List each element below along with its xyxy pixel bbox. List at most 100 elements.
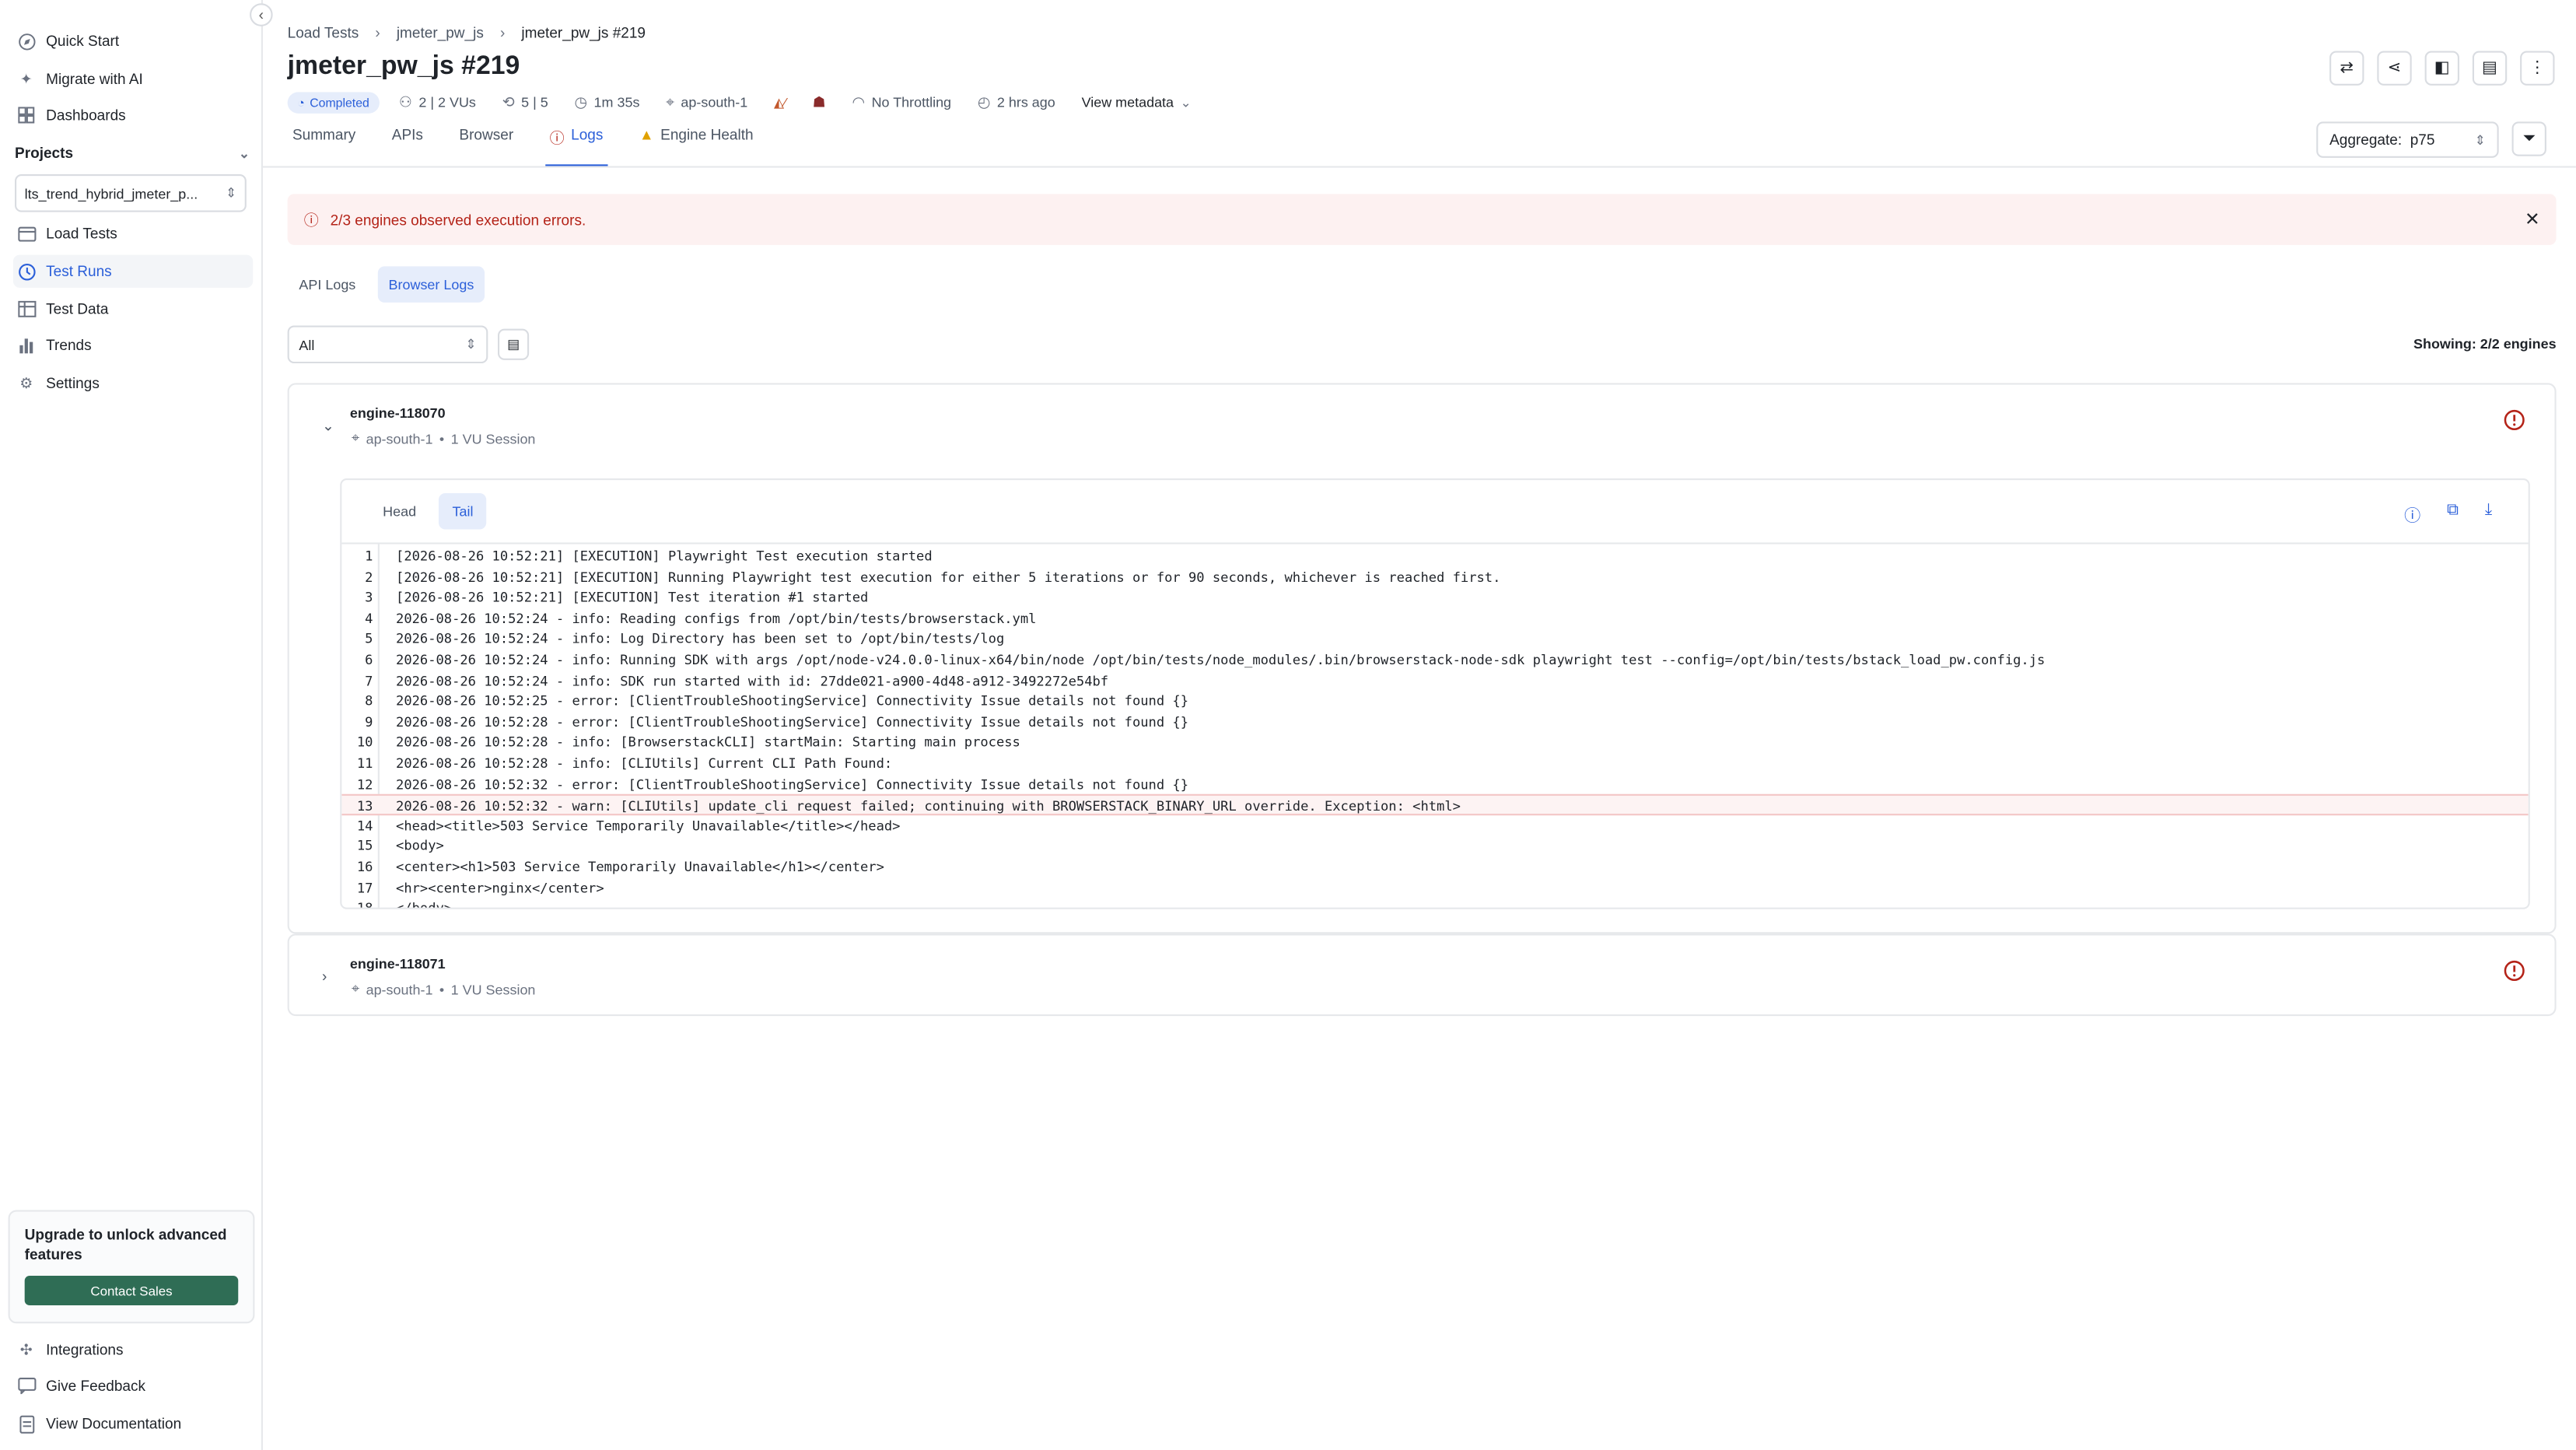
log-actions: ⓘ ⧉ ⤓	[2404, 502, 2492, 527]
sidebar-item-migrate-ai[interactable]: ✦ Migrate with AI	[13, 62, 253, 95]
sidebar-item-label: Test Data	[46, 300, 109, 317]
share-button[interactable]: ⋖	[2377, 51, 2412, 86]
clock-icon: ◴	[977, 93, 991, 110]
log-line: 3 [2026-08-26 10:52:21] [EXECUTION] Test …	[341, 587, 2528, 608]
sidebar-item-view-documentation[interactable]: View Documentation	[13, 1407, 253, 1440]
upgrade-text: Upgrade to unlock advanced features	[24, 1226, 227, 1263]
log-line: 10 2026-08-26 10:52:28 - info: [Browserst…	[341, 732, 2528, 753]
comments-button[interactable]: ▤	[2472, 51, 2508, 86]
tab-apis[interactable]: APIs	[387, 127, 428, 166]
tab-api-logs[interactable]: API Logs	[288, 266, 367, 302]
tab-browser-logs[interactable]: Browser Logs	[376, 266, 486, 303]
meta-throttling: ◠ No Throttling	[852, 93, 952, 110]
error-circle-icon: ⓘ	[303, 212, 319, 229]
line-number: 11	[356, 755, 373, 772]
log-line: 9 2026-08-26 10:52:28 - error: [ClientTro…	[341, 712, 2528, 733]
meta-vus-value: 2 | 2 VUs	[418, 93, 476, 110]
tab-label: Summary	[292, 126, 356, 143]
line-number: 10	[356, 734, 373, 751]
project-select[interactable]: lts_trend_hybrid_jmeter_p... ⇕	[15, 174, 247, 212]
filter-icon: ⏷	[2522, 129, 2536, 149]
compare-button[interactable]: ⇄	[2329, 51, 2364, 86]
tab-head[interactable]: Head	[369, 493, 429, 529]
meta-time-value: 2 hrs ago	[996, 93, 1055, 110]
sidebar-item-label: Give Feedback	[46, 1378, 145, 1395]
log-line: 8 2026-08-26 10:52:25 - error: [ClientTro…	[341, 691, 2528, 712]
breadcrumb-current: jmeter_pw_js #219	[521, 24, 646, 41]
engine-header[interactable]: ⌄ engine-118070 ⌖ ap-south-1 • 1 VU Sess…	[289, 385, 2555, 468]
engine-header[interactable]: › engine-118071 ⌖ ap-south-1 • 1 VU Sess…	[289, 936, 2555, 1018]
comment-icon: ▤	[2482, 59, 2498, 78]
dot-separator: •	[439, 429, 445, 447]
log-level-select[interactable]: All ⇕	[287, 325, 488, 364]
view-metadata-button[interactable]: View metadata ⌄	[1082, 93, 1192, 110]
chevron-down-icon[interactable]: ⌄	[322, 418, 334, 436]
close-icon[interactable]: ✕	[2525, 208, 2539, 230]
log-line: 17 <hr><center>nginx</center>	[341, 877, 2528, 898]
browser-engine-icons: ◭⁄	[774, 95, 786, 110]
sidebar-item-load-tests[interactable]: Load Tests	[13, 217, 253, 250]
contact-sales-button[interactable]: Contact Sales	[24, 1275, 239, 1306]
sidebar: ‹ Quick Start ✦ Migrate with AI Dashboar…	[0, 0, 273, 1450]
external-link-icon[interactable]: ⧉	[2447, 502, 2459, 527]
sidebar-item-label: Integrations	[46, 1341, 124, 1358]
page-title: jmeter_pw_js #219	[287, 52, 520, 81]
timer-icon: ◷	[574, 93, 588, 110]
repeat-icon: ⟲	[502, 93, 515, 110]
engines-count: Showing: 2/2 engines	[2413, 335, 2557, 352]
sidebar-item-test-data[interactable]: Test Data	[13, 292, 253, 325]
meta-vus: ⚇ 2 | 2 VUs	[399, 93, 476, 110]
meta-time-ago: ◴ 2 hrs ago	[978, 93, 1055, 110]
tab-engine-health[interactable]: ▲ Engine Health	[635, 127, 758, 166]
jmeter-icon-wrap: ☗	[813, 93, 826, 110]
sidebar-item-dashboards[interactable]: Dashboards	[13, 99, 253, 131]
log-line: 4 2026-08-26 10:52:24 - info: Reading con…	[341, 608, 2528, 629]
error-circle-icon	[2504, 409, 2525, 431]
compass-icon	[16, 31, 36, 51]
sidebar-item-test-runs[interactable]: Test Runs	[12, 254, 254, 288]
log-line: 6 2026-08-26 10:52:24 - info: Running SDK…	[341, 650, 2528, 671]
line-number: 17	[356, 878, 373, 895]
sidebar-item-give-feedback[interactable]: Give Feedback	[13, 1369, 253, 1402]
sidebar-item-quick-start[interactable]: Quick Start	[13, 25, 253, 58]
updown-chevron-icon: ⇕	[225, 185, 237, 201]
aggregate-label: Aggregate:	[2329, 131, 2403, 149]
filter-button[interactable]: ⏷	[2511, 121, 2546, 156]
tab-browser[interactable]: Browser	[454, 127, 518, 166]
log-comment-button[interactable]: ▤	[497, 328, 530, 360]
engine-session: 1 VU Session	[450, 429, 536, 447]
sidebar-item-trends[interactable]: Trends	[13, 329, 253, 362]
engine-card: ⌄ engine-118070 ⌖ ap-south-1 • 1 VU Sess…	[287, 383, 2557, 934]
more-vertical-icon: ⋮	[2529, 59, 2546, 78]
run-tabs: Summary APIs Browser ⓘ Logs ▲ Engine Healt…	[288, 127, 785, 166]
log-text: [2026-08-26 10:52:21] [EXECUTION] Runnin…	[396, 568, 1501, 585]
log-panel: Head Tail ⓘ ⧉ ⤓ 1 [2026-08-26 10:52:21] […	[340, 478, 2530, 909]
projects-label: Projects	[15, 144, 74, 162]
split-view-button[interactable]: ◧	[2424, 51, 2459, 86]
aggregate-select[interactable]: Aggregate: p75 ⇕	[2316, 121, 2499, 158]
chevron-right-icon[interactable]: ›	[322, 968, 327, 985]
breadcrumb-test[interactable]: jmeter_pw_js	[397, 25, 484, 41]
breadcrumb-load-tests[interactable]: Load Tests	[288, 25, 359, 41]
download-icon[interactable]: ⤓	[2485, 502, 2492, 527]
projects-section-header[interactable]: Projects ⌄	[15, 142, 250, 165]
line-number: 14	[356, 816, 373, 834]
engine-region: ap-south-1	[366, 429, 433, 447]
tab-logs[interactable]: ⓘ Logs	[544, 127, 608, 166]
sidebar-item-settings[interactable]: ⚙ Settings	[13, 366, 253, 399]
more-options-button[interactable]: ⋮	[2520, 51, 2555, 86]
chevron-down-icon: ⌄	[1180, 94, 1192, 110]
log-text: </body>	[396, 898, 452, 907]
sidebar-item-integrations[interactable]: ✣ Integrations	[13, 1333, 253, 1366]
status-icon: ◔	[297, 94, 305, 110]
log-body[interactable]: 1 [2026-08-26 10:52:21] [EXECUTION] Playw…	[341, 542, 2529, 908]
tab-summary[interactable]: Summary	[288, 127, 361, 166]
chevron-right-icon: ›	[499, 24, 506, 41]
info-icon[interactable]: ⓘ	[2404, 502, 2420, 526]
line-number: 1	[365, 547, 373, 564]
collapse-sidebar-button[interactable]: ‹	[250, 3, 273, 26]
error-circle-icon: ⓘ	[549, 129, 565, 147]
tab-tail[interactable]: Tail	[439, 493, 487, 530]
log-text: 2026-08-26 10:52:32 - warn: [CLIUtils] u…	[396, 797, 1461, 814]
swap-icon: ⇄	[2340, 59, 2354, 78]
